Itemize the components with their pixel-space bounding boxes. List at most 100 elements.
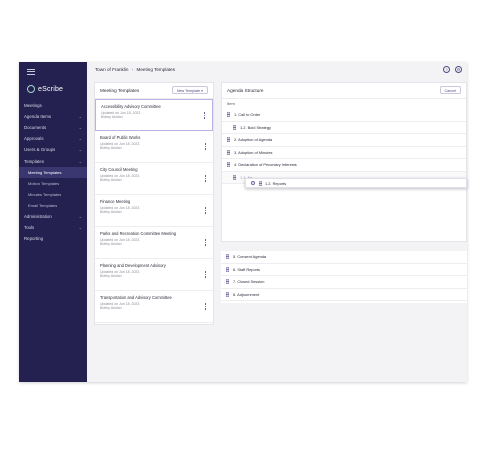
agenda-item[interactable]: 3. Adoption of Minutes [222, 147, 466, 159]
chevron-down-icon: ⌄ [78, 213, 82, 219]
sidebar-item-label: Meeting Templates [28, 169, 62, 175]
agenda-list: Item 1. Call to Order 1.2. Bold Strategy 2… [222, 101, 466, 184]
dragging-agenda-item[interactable]: 1.2. Reports [245, 178, 467, 188]
template-list: Accessibility Advisory Committee Updated … [95, 99, 213, 323]
agenda-item-label: 7. Closed Session [233, 279, 265, 285]
sidebar-item[interactable]: Users & Groups ⌄ [19, 144, 87, 155]
drag-handle-icon[interactable] [227, 112, 230, 118]
sidebar-item[interactable]: Email Templates [19, 200, 87, 211]
agenda-item[interactable]: 6. Staff Reports [221, 264, 467, 276]
breadcrumb: Town of Franklin › Meeting Templates [95, 67, 175, 72]
more-options-icon[interactable] [204, 207, 206, 215]
sidebar-item-label: Users & Groups [24, 147, 56, 153]
drag-cursor-icon [251, 181, 255, 185]
agenda-structure-panel: Agenda Structure Cancel Item 1. Call to … [221, 82, 467, 242]
drag-handle-icon[interactable] [227, 162, 230, 168]
templates-panel-header: Meeting Templates New Template ▾ [95, 83, 213, 99]
template-name: Planning and Development Advisory [100, 263, 166, 268]
drag-handle-icon[interactable] [226, 266, 229, 272]
template-author: Bobby Ashton [100, 145, 122, 150]
drag-handle-icon[interactable] [233, 174, 236, 180]
new-template-button[interactable]: New Template ▾ [171, 86, 208, 94]
template-card[interactable]: Transportation and Advisory Committee Upd… [95, 291, 213, 323]
templates-panel: Meeting Templates New Template ▾ Accessi… [94, 82, 214, 325]
template-name: Finance Meeting [100, 199, 131, 204]
sidebar-item[interactable]: Meetings [19, 100, 87, 111]
sidebar-item-label: Email Templates [28, 202, 58, 208]
sidebar-item[interactable]: Minutes Templates [19, 189, 87, 200]
logo-icon [27, 85, 35, 93]
sidebar-item[interactable]: Tools ⌄ [19, 222, 87, 233]
more-options-icon[interactable] [204, 271, 206, 279]
sidebar-item[interactable]: Reporting [19, 233, 87, 244]
template-author: Bobby Ashton [100, 177, 122, 182]
template-name: Transportation and Advisory Committee [100, 295, 172, 300]
template-card[interactable]: Accessibility Advisory Committee Updated … [95, 99, 213, 131]
sidebar-item[interactable]: Administration ⌄ [19, 211, 87, 222]
agenda-item[interactable]: 2. Adoption of Agenda [222, 134, 466, 147]
sidebar-item[interactable]: Documents ⌄ [19, 122, 87, 133]
sidebar: eScribe Meetings Agenda Items ⌄ Documents ⌄ A… [19, 62, 87, 382]
top-bar: Town of Franklin › Meeting Templates ? ⚙ [87, 62, 467, 80]
more-options-icon[interactable] [204, 239, 206, 247]
more-options-icon[interactable] [204, 175, 206, 183]
more-options-icon[interactable] [203, 112, 205, 120]
menu-icon[interactable] [27, 67, 35, 76]
drag-handle-icon[interactable] [233, 124, 236, 130]
template-card[interactable]: Board of Public Works Updated on Jun 18, … [95, 131, 213, 163]
more-options-icon[interactable] [204, 143, 206, 151]
templates-panel-title: Meeting Templates [100, 88, 140, 93]
help-icon[interactable]: ? [443, 66, 450, 73]
template-name: Board of Public Works [100, 135, 141, 140]
chevron-down-icon: ⌄ [78, 136, 82, 142]
sidebar-item-label: Templates [24, 158, 45, 164]
sidebar-item[interactable]: Approvals ⌄ [19, 133, 87, 144]
agenda-panel-header: Agenda Structure Cancel [222, 83, 466, 99]
agenda-item-label: 3. Adoption of Minutes [234, 149, 273, 155]
settings-icon[interactable]: ⚙ [455, 66, 462, 73]
sidebar-item-label: Agenda Items [24, 114, 52, 120]
template-author: Bobby Ashton [101, 114, 123, 119]
template-author: Bobby Ashton [100, 209, 122, 214]
dragging-item-label: 1.2. Reports [265, 180, 287, 186]
drag-handle-icon[interactable] [259, 180, 262, 186]
breadcrumb-current: Meeting Templates [136, 67, 176, 72]
agenda-item[interactable]: 7. Closed Session [221, 276, 467, 289]
logo-text: eScribe [38, 85, 64, 93]
chevron-down-icon: ⌄ [78, 114, 82, 120]
agenda-item[interactable]: 8. Adjournment [221, 289, 467, 301]
agenda-item[interactable]: 1.2. Bold Strategy [222, 122, 466, 134]
template-name: Parks and Recreation Committee Meeting [100, 231, 176, 236]
sidebar-item[interactable]: Meeting Templates [19, 166, 87, 178]
drag-handle-icon[interactable] [227, 149, 230, 155]
agenda-item[interactable]: 4. Declaration of Pecuniary Interests [222, 159, 466, 172]
chevron-down-icon: ⌄ [78, 125, 82, 131]
agenda-item[interactable]: 1. Call to Order [222, 109, 466, 122]
more-options-icon[interactable] [204, 303, 206, 311]
sidebar-item-label: Minutes Templates [28, 191, 62, 197]
sidebar-item[interactable]: Templates ⌄ [19, 155, 87, 166]
breadcrumb-root[interactable]: Town of Franklin [95, 67, 128, 72]
agenda-item[interactable]: 5. Consent Agenda [221, 251, 467, 264]
agenda-item-label: 1.2. Bold Strategy [240, 124, 271, 130]
template-author: Bobby Ashton [100, 273, 122, 278]
template-card[interactable]: Planning and Development Advisory Updated… [95, 259, 213, 291]
drag-handle-icon[interactable] [226, 254, 229, 260]
sidebar-item-label: Motion Templates [28, 180, 60, 186]
agenda-item-label: 4. Declaration of Pecuniary Interests [234, 162, 297, 168]
drag-handle-icon[interactable] [227, 137, 230, 143]
sidebar-item[interactable]: Motion Templates [19, 178, 87, 189]
drag-handle-icon[interactable] [226, 291, 229, 297]
agenda-panel-title: Agenda Structure [227, 88, 264, 93]
cancel-button[interactable]: Cancel [439, 86, 461, 94]
sidebar-item[interactable]: Agenda Items ⌄ [19, 111, 87, 122]
template-card[interactable]: Finance Meeting Updated on Jun 18, 2023 Bo… [95, 195, 213, 227]
agenda-item-label: 5. Consent Agenda [233, 254, 267, 260]
agenda-item-label: 2. Adoption of Agenda [234, 137, 273, 143]
sidebar-nav: Meetings Agenda Items ⌄ Documents ⌄ Approvals… [19, 100, 87, 244]
agenda-item-label: 6. Staff Reports [233, 266, 260, 272]
template-card[interactable]: Parks and Recreation Committee Meeting Up… [95, 227, 213, 259]
template-name: Accessibility Advisory Committee [101, 104, 161, 109]
template-card[interactable]: City Council Meeting Updated on Jun 18, 2… [95, 163, 213, 195]
drag-handle-icon[interactable] [226, 279, 229, 285]
